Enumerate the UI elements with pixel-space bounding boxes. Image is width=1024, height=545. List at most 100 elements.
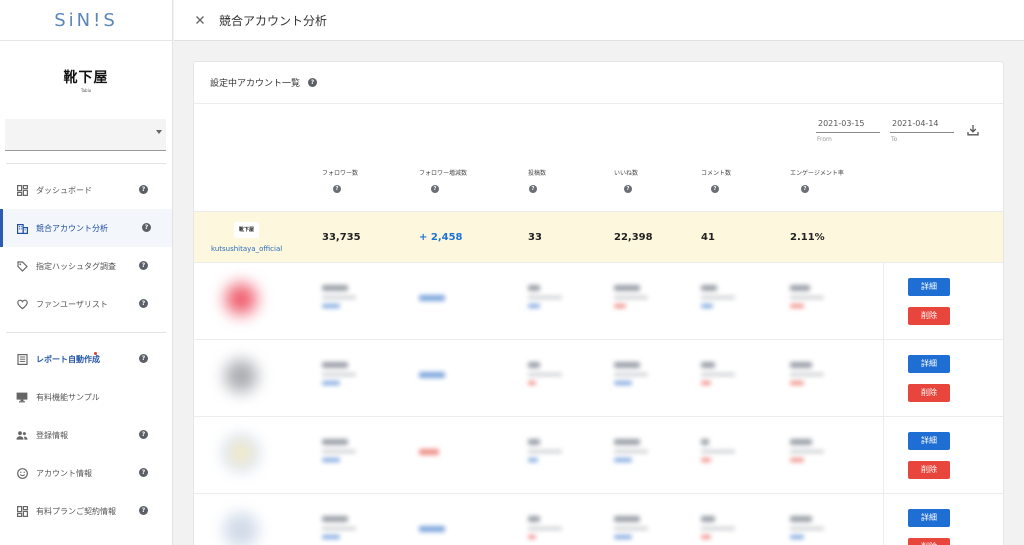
blurred-metric — [322, 439, 356, 462]
tag-icon — [16, 260, 28, 272]
account-select[interactable] — [5, 119, 166, 151]
competitor-avatar — [219, 431, 263, 475]
page-title: 競合アカウント分析 — [219, 13, 328, 28]
close-icon[interactable] — [195, 15, 205, 25]
blurred-metric — [419, 449, 439, 455]
caret-down-icon — [156, 130, 162, 134]
top-bar: 競合アカウント分析 — [174, 0, 1024, 41]
sidebar-item-label: 指定ハッシュタグ調査 — [36, 261, 116, 271]
app-logo[interactable]: SiN!S — [54, 10, 118, 31]
date-to-value[interactable]: 2021-04-14 — [890, 119, 954, 133]
row-divider — [883, 263, 884, 340]
help-icon[interactable]: ? — [624, 185, 632, 193]
help-icon[interactable]: ? — [529, 185, 537, 193]
posts-value: 33 — [528, 232, 542, 243]
brand-sub: Tabio — [80, 88, 92, 93]
sidebar-item-label: アカウント情報 — [36, 468, 92, 478]
sidebar: SiN!S 靴下屋 Tabio ダッシュボード ? 競合アカウント分析 ? 指定… — [0, 0, 173, 545]
competitor-row: 詳細 削除 — [194, 340, 1003, 417]
column-header-follower-change: フォロワー増減数 — [419, 170, 468, 177]
brand-logo: 靴下屋 Tabio — [0, 41, 172, 119]
engagement-value: 2.11% — [790, 232, 825, 243]
help-icon[interactable]: ? — [142, 223, 151, 232]
help-icon[interactable]: ? — [431, 185, 439, 193]
detail-button[interactable]: 詳細 — [908, 278, 950, 296]
dashboard-icon — [16, 505, 28, 517]
blurred-metric — [614, 516, 648, 539]
sidebar-nav-secondary: レポート自動作成 ? 有料機能サンプル 登録情報 ? アカウント情報 ? 有料プ… — [0, 340, 172, 530]
competitor-avatar — [219, 354, 263, 398]
sidebar-item-dashboard[interactable]: ダッシュボード ? — [0, 171, 172, 209]
competitor-avatar — [219, 277, 263, 321]
sidebar-item-account-info[interactable]: アカウント情報 ? — [0, 454, 172, 492]
competitor-row: 詳細 削除 — [194, 494, 1003, 545]
people-icon — [16, 429, 28, 441]
column-header-likes: いいね数 — [614, 170, 639, 177]
blurred-metric — [701, 285, 735, 308]
blurred-metric — [419, 526, 445, 532]
blurred-metric — [701, 362, 735, 385]
sidebar-item-label: 登録情報 — [36, 430, 68, 440]
sidebar-item-label: ファンユーザリスト — [36, 299, 108, 309]
help-icon[interactable]: ? — [801, 185, 809, 193]
help-icon[interactable]: ? — [139, 299, 148, 308]
competitor-avatar — [219, 508, 263, 545]
column-header-posts: 投稿数 — [528, 170, 547, 177]
heart-icon — [16, 298, 28, 310]
sidebar-item-auto-report[interactable]: レポート自動作成 ? — [0, 340, 172, 378]
detail-button[interactable]: 詳細 — [908, 355, 950, 373]
new-dot-badge — [94, 352, 97, 355]
sidebar-item-fan-users[interactable]: ファンユーザリスト ? — [0, 285, 172, 323]
blurred-metric — [790, 439, 824, 462]
sidebar-item-label: 有料プランご契約情報 — [36, 506, 116, 516]
blurred-metric — [614, 285, 648, 308]
help-icon[interactable]: ? — [139, 468, 148, 477]
building-icon — [16, 222, 28, 234]
detail-button[interactable]: 詳細 — [908, 432, 950, 450]
row-divider — [883, 494, 884, 545]
detail-button[interactable]: 詳細 — [908, 509, 950, 527]
help-icon[interactable]: ? — [308, 78, 318, 87]
help-icon[interactable]: ? — [139, 430, 148, 439]
sidebar-item-paid-plan[interactable]: 有料プランご契約情報 ? — [0, 492, 172, 530]
column-header-comments: コメント数 — [701, 170, 732, 177]
blurred-metric — [528, 362, 562, 385]
delete-button[interactable]: 削除 — [908, 538, 950, 545]
row-divider — [883, 417, 884, 494]
help-icon[interactable]: ? — [139, 506, 148, 515]
date-from-field[interactable]: 2021-03-15 From — [816, 119, 880, 143]
sidebar-item-competitor-analysis[interactable]: 競合アカウント分析 ? — [0, 209, 172, 247]
delete-button[interactable]: 削除 — [908, 461, 950, 479]
help-icon[interactable]: ? — [139, 185, 148, 194]
competitor-row: 詳細 削除 — [194, 417, 1003, 494]
sidebar-item-label: 競合アカウント分析 — [36, 223, 108, 233]
help-icon[interactable]: ? — [333, 185, 341, 193]
blurred-metric — [528, 439, 562, 462]
sidebar-item-paid-sample[interactable]: 有料機能サンプル — [0, 378, 172, 416]
download-icon[interactable] — [967, 121, 979, 136]
followers-value: 33,735 — [322, 232, 361, 243]
brand-name: 靴下屋 — [63, 70, 109, 86]
help-icon[interactable]: ? — [711, 185, 719, 193]
dashboard-icon — [16, 184, 28, 196]
own-account-handle[interactable]: kutsushitaya_official — [211, 245, 282, 253]
help-icon[interactable]: ? — [139, 354, 148, 363]
card-header: 設定中アカウント一覧 ? — [194, 62, 1003, 104]
help-icon[interactable]: ? — [139, 261, 148, 270]
delete-button[interactable]: 削除 — [908, 307, 950, 325]
account-list-card: 設定中アカウント一覧 ? 2021-03-15 From 2021-04-14 … — [193, 61, 1004, 545]
date-from-value[interactable]: 2021-03-15 — [816, 119, 880, 133]
sidebar-item-label: 有料機能サンプル — [36, 392, 100, 402]
sidebar-item-registration[interactable]: 登録情報 ? — [0, 416, 172, 454]
blurred-metric — [701, 516, 735, 539]
sidebar-nav: ダッシュボード ? 競合アカウント分析 ? 指定ハッシュタグ調査 ? ファンユー… — [0, 171, 172, 323]
follower-change-value: + 2,458 — [419, 232, 463, 243]
sidebar-item-hashtag-research[interactable]: 指定ハッシュタグ調査 ? — [0, 247, 172, 285]
sidebar-divider — [6, 332, 166, 333]
blurred-metric — [419, 295, 445, 301]
date-to-field[interactable]: 2021-04-14 To — [890, 119, 954, 143]
delete-button[interactable]: 削除 — [908, 384, 950, 402]
sidebar-item-label: ダッシュボード — [36, 185, 92, 195]
logo-bar: SiN!S — [0, 0, 172, 41]
blurred-metric — [790, 362, 824, 385]
